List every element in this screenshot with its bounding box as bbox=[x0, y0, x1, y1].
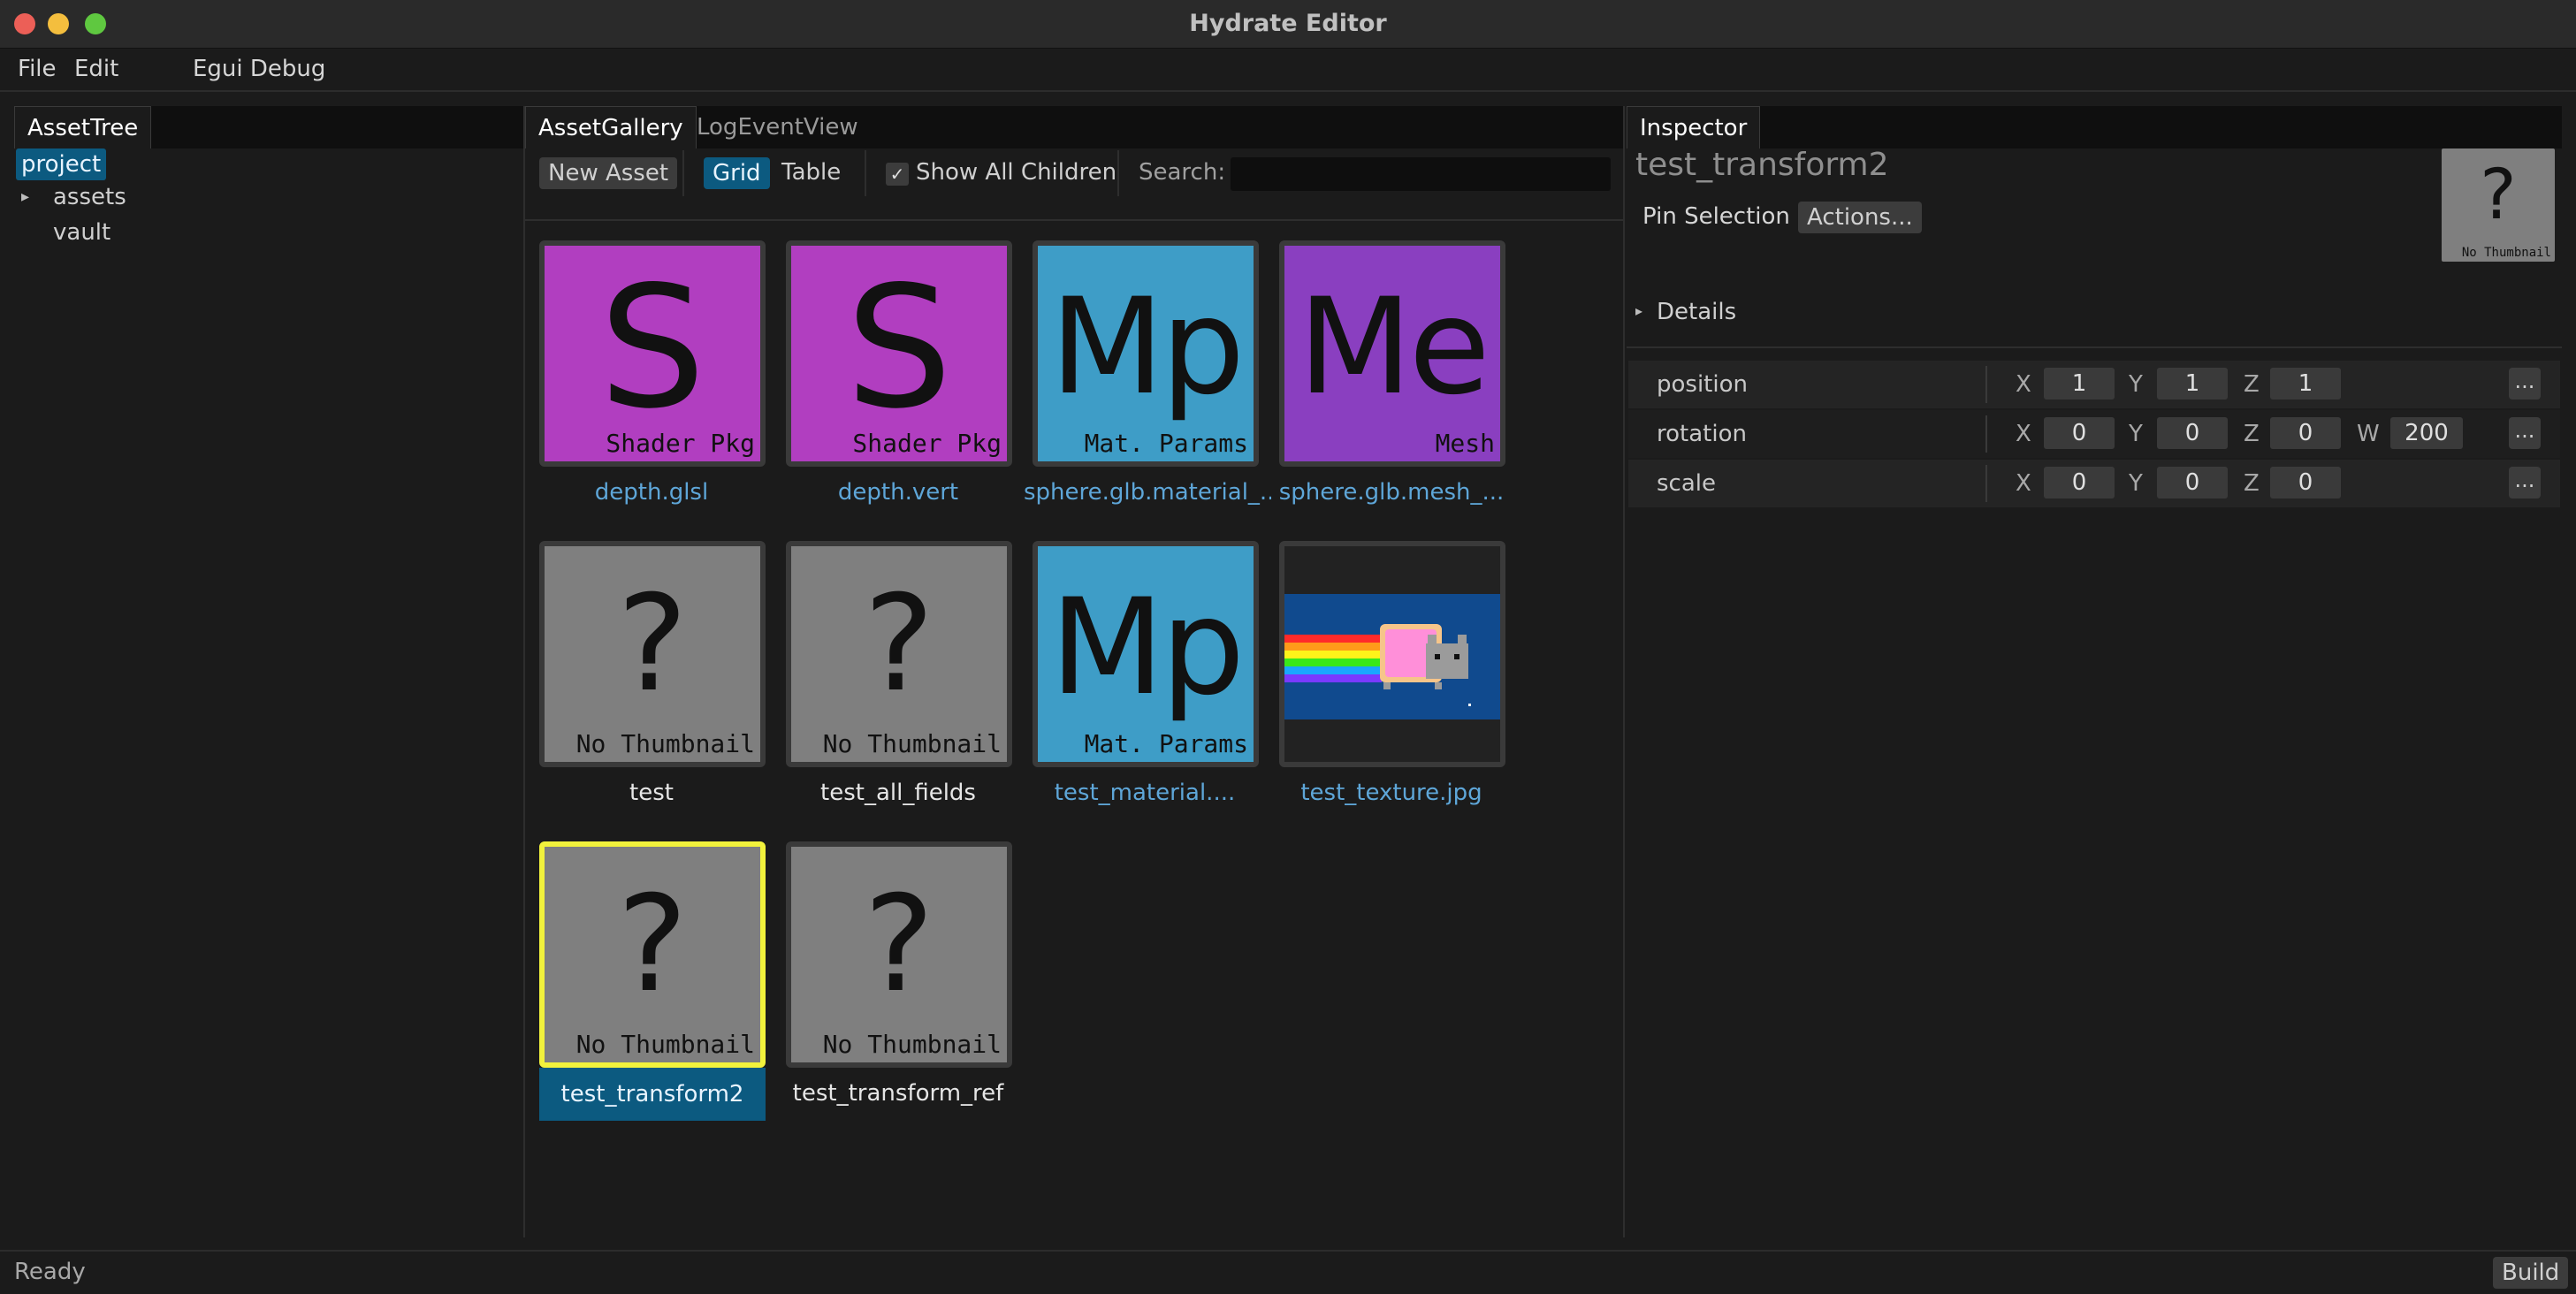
actions-button[interactable]: Actions... bbox=[1798, 202, 1922, 233]
asset-tile[interactable]: S Shader Pkg bbox=[786, 240, 1012, 467]
asset-name-selected[interactable]: test_transform2 bbox=[539, 1068, 766, 1121]
window-title: Hydrate Editor bbox=[1189, 10, 1387, 37]
rotation-y-field[interactable]: 0 bbox=[2157, 417, 2228, 449]
build-button[interactable]: Build bbox=[2493, 1257, 2569, 1289]
asset-name[interactable]: test_texture.jpg bbox=[1268, 780, 1515, 806]
right-splitter[interactable] bbox=[1623, 106, 1625, 1237]
property-row-rotation: rotation X 0 Y 0 Z 0 W 200 ... bbox=[1628, 410, 2560, 458]
asset-name[interactable]: depth.vert bbox=[774, 479, 1022, 506]
pin-selection-button[interactable]: Pin Selection bbox=[1642, 203, 1790, 230]
asset-name[interactable]: test bbox=[528, 780, 775, 806]
inspector-asset-name: test_transform2 bbox=[1635, 147, 1889, 183]
asset-tile[interactable]: Me Mesh bbox=[1279, 240, 1505, 467]
new-asset-button[interactable]: New Asset bbox=[539, 157, 678, 189]
asset-name[interactable]: test_material.... bbox=[1021, 780, 1269, 806]
menu-bar: File Edit Egui Debug bbox=[0, 49, 2576, 92]
position-more-button[interactable]: ... bbox=[2509, 368, 2541, 400]
asset-name[interactable]: test_transform_ref bbox=[774, 1080, 1022, 1107]
asset-name[interactable]: depth.glsl bbox=[528, 479, 775, 506]
grid-view-button[interactable]: Grid bbox=[704, 157, 770, 189]
nyan-cat-thumbnail bbox=[1284, 594, 1500, 719]
inspector-tabstrip: Inspector bbox=[1627, 106, 2562, 148]
menu-file[interactable]: File bbox=[18, 49, 57, 89]
search-input[interactable] bbox=[1231, 157, 1611, 191]
tab-asset-gallery[interactable]: AssetGallery bbox=[525, 106, 697, 148]
position-z-field[interactable]: 1 bbox=[2270, 368, 2341, 400]
asset-tree-tabstrip: AssetTree bbox=[14, 106, 523, 148]
asset-name[interactable]: sphere.glb.mesh_... bbox=[1268, 479, 1515, 506]
property-row-position: position X 1 Y 1 Z 1 ... bbox=[1628, 361, 2560, 408]
rotation-x-field[interactable]: 0 bbox=[2044, 417, 2115, 449]
rotation-z-field[interactable]: 0 bbox=[2270, 417, 2341, 449]
tree-item-project[interactable]: project bbox=[16, 148, 107, 180]
expand-arrow-icon[interactable]: ▸ bbox=[21, 187, 29, 206]
rotation-more-button[interactable]: ... bbox=[2509, 417, 2541, 449]
position-y-field[interactable]: 1 bbox=[2157, 368, 2228, 400]
tree-item-assets[interactable]: assets bbox=[53, 184, 126, 210]
tree-item-vault[interactable]: vault bbox=[53, 219, 111, 246]
asset-tile[interactable]: ? No Thumbnail bbox=[786, 841, 1012, 1068]
question-icon: ? bbox=[2480, 156, 2517, 235]
scale-more-button[interactable]: ... bbox=[2509, 467, 2541, 499]
details-expand-icon[interactable]: ▸ bbox=[1635, 302, 1642, 319]
scale-z-field[interactable]: 0 bbox=[2270, 467, 2341, 499]
status-text: Ready bbox=[14, 1259, 86, 1285]
left-splitter[interactable] bbox=[523, 106, 525, 1237]
toolbar-divider bbox=[525, 219, 1623, 221]
menu-egui-debug[interactable]: Egui Debug bbox=[193, 49, 325, 89]
show-all-children-checkbox[interactable]: ✓ bbox=[886, 163, 909, 186]
tab-log-event-view[interactable]: LogEventView bbox=[684, 106, 871, 148]
asset-tile[interactable] bbox=[1279, 541, 1505, 767]
asset-tile[interactable]: ? No Thumbnail bbox=[786, 541, 1012, 767]
details-divider bbox=[1627, 346, 2562, 348]
asset-name[interactable]: test_all_fields bbox=[774, 780, 1022, 806]
table-view-button[interactable]: Table bbox=[781, 159, 841, 186]
asset-tile[interactable]: ? No Thumbnail bbox=[539, 541, 766, 767]
status-bar: Ready Build bbox=[0, 1250, 2576, 1294]
tab-inspector[interactable]: Inspector bbox=[1627, 106, 1761, 148]
gallery-tabstrip: AssetGallery LogEventView bbox=[525, 106, 1625, 148]
asset-name[interactable]: sphere.glb.material_... bbox=[1024, 479, 1271, 506]
tab-asset-tree[interactable]: AssetTree bbox=[14, 106, 152, 148]
asset-tile[interactable]: S Shader Pkg bbox=[539, 240, 766, 467]
asset-tile[interactable]: Mp Mat. Params bbox=[1033, 541, 1259, 767]
title-bar: Hydrate Editor bbox=[0, 0, 2576, 49]
rotation-w-field[interactable]: 200 bbox=[2390, 417, 2463, 449]
asset-tile[interactable]: Mp Mat. Params bbox=[1033, 240, 1259, 467]
details-header[interactable]: Details bbox=[1657, 299, 1736, 325]
scale-x-field[interactable]: 0 bbox=[2044, 467, 2115, 499]
position-x-field[interactable]: 1 bbox=[2044, 368, 2115, 400]
show-all-children-label[interactable]: Show All Children bbox=[916, 159, 1117, 186]
property-row-scale: scale X 0 Y 0 Z 0 ... bbox=[1628, 460, 2560, 507]
search-label: Search: bbox=[1139, 159, 1226, 186]
asset-tile-selected[interactable]: ? No Thumbnail bbox=[539, 841, 766, 1068]
inspector-thumbnail: ? No Thumbnail bbox=[2442, 148, 2555, 262]
menu-edit[interactable]: Edit bbox=[74, 49, 118, 89]
scale-y-field[interactable]: 0 bbox=[2157, 467, 2228, 499]
